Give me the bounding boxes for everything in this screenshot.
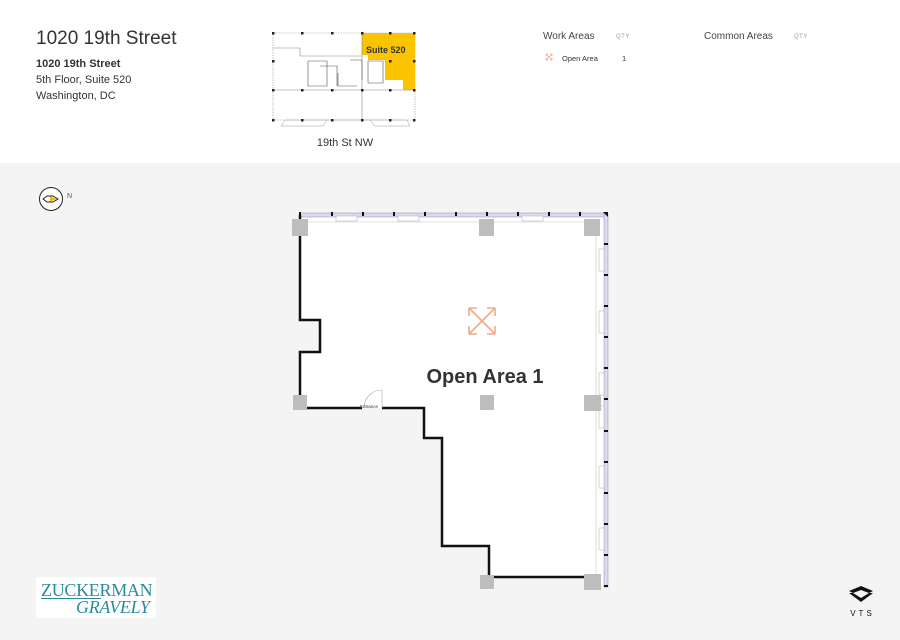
room-label-open-area-1[interactable]: Open Area 1: [395, 366, 575, 389]
open-area-1-room[interactable]: [300, 215, 606, 586]
vts-logo: VTS: [845, 585, 877, 618]
column: [480, 395, 494, 410]
vts-logo-icon: [849, 586, 873, 602]
entrance-label: Entrance: [360, 404, 379, 409]
floor-plan: [292, 212, 609, 590]
broker-logo: ZUCKERMAN GRAVELY: [36, 577, 156, 618]
column: [480, 575, 494, 589]
column: [292, 219, 308, 236]
column: [584, 574, 601, 590]
column: [479, 219, 494, 236]
column: [584, 395, 601, 411]
broker-logo-line2: GRAVELY: [76, 597, 150, 617]
column: [584, 219, 600, 236]
vts-logo-text: VTS: [850, 609, 875, 618]
column: [293, 395, 307, 410]
